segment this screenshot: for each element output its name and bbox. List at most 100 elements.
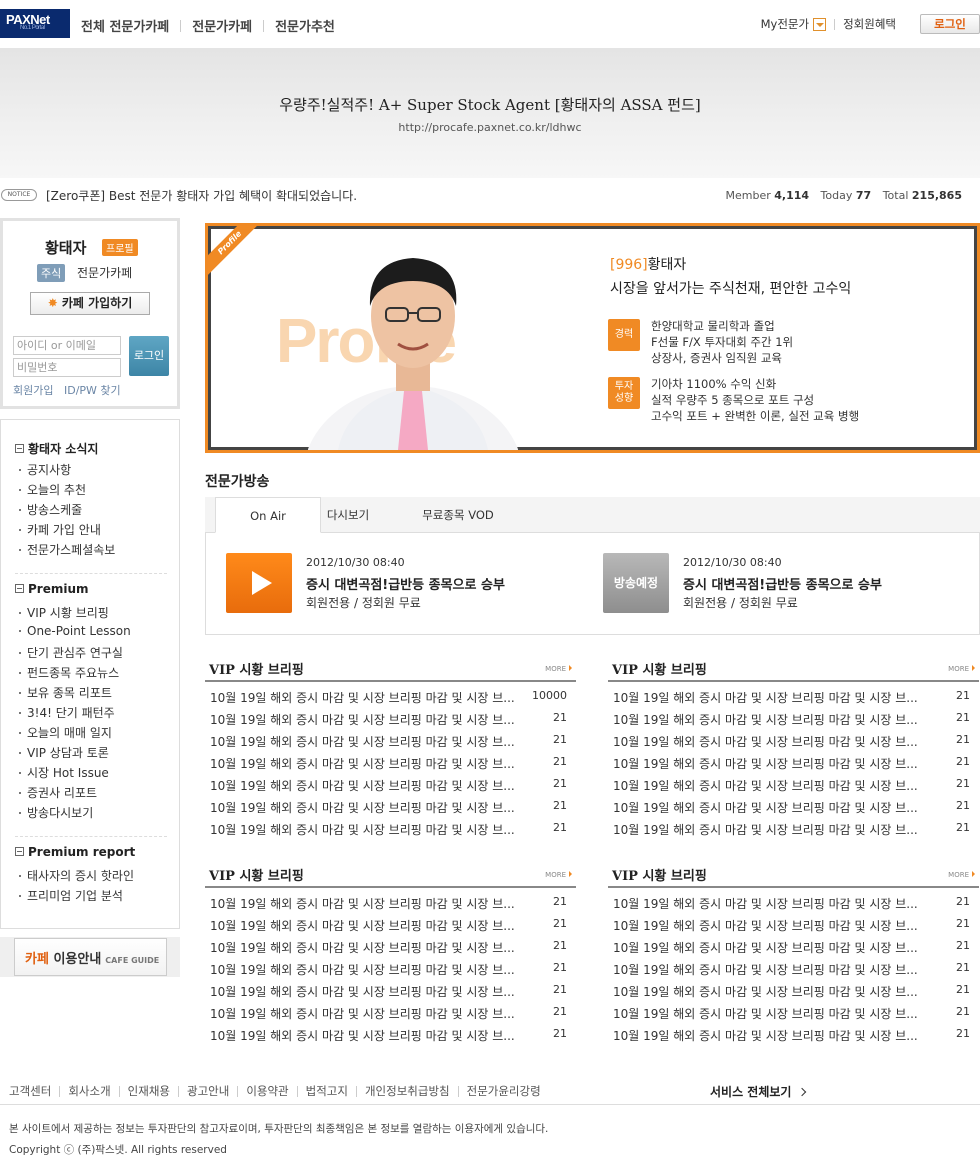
post-title[interactable]: 10월 19일 해외 증시 마감 및 시장 브리핑 마감 및 시장 브... — [613, 777, 938, 794]
list-item[interactable]: 10월 19일 해외 증시 마감 및 시장 브리핑 마감 및 시장 브... 21 — [210, 821, 571, 839]
post-title[interactable]: 10월 19일 해외 증시 마감 및 시장 브리핑 마감 및 시장 브... — [613, 755, 938, 772]
signup-link[interactable]: 회원가입 — [13, 382, 53, 398]
post-title[interactable]: 10월 19일 해외 증시 마감 및 시장 브리핑 마감 및 시장 브... — [210, 939, 535, 956]
sidebar-item-hotline[interactable]: 태사자의 증시 핫라인 — [19, 867, 134, 884]
login-button[interactable]: 로그인 — [920, 14, 980, 34]
list-item[interactable]: 10월 19일 해외 증시 마감 및 시장 브리핑 마감 및 시장 브... 21 — [613, 799, 974, 817]
list-item[interactable]: 10월 19일 해외 증시 마감 및 시장 브리핑 마감 및 시장 브... 21 — [210, 917, 571, 935]
footer-link[interactable]: 인재채용 — [128, 1083, 170, 1099]
sidebar-item-holding-report[interactable]: 보유 종목 리포트 — [19, 684, 112, 701]
cafe-guide-button[interactable]: 카페 이용안내 CAFE GUIDE — [14, 938, 167, 976]
post-title[interactable]: 10월 19일 해외 증시 마감 및 시장 브리핑 마감 및 시장 브... — [613, 895, 938, 912]
list-item[interactable]: 10월 19일 해외 증시 마감 및 시장 브리핑 마감 및 시장 브... 21 — [210, 1027, 571, 1045]
sidebar-item-vip-briefing[interactable]: VIP 시황 브리핑 — [19, 604, 109, 621]
post-title[interactable]: 10월 19일 해외 증시 마감 및 시장 브리핑 마감 및 시장 브... — [210, 821, 535, 838]
list-item[interactable]: 10월 19일 해외 증시 마감 및 시장 브리핑 마감 및 시장 브... 21 — [210, 1005, 571, 1023]
post-title[interactable]: 10월 19일 해외 증시 마감 및 시장 브리핑 마감 및 시장 브... — [210, 755, 535, 772]
post-title[interactable]: 10월 19일 해외 증시 마감 및 시장 브리핑 마감 및 시장 브... — [210, 1005, 535, 1022]
post-title[interactable]: 10월 19일 해외 증시 마감 및 시장 브리핑 마감 및 시장 브... — [613, 689, 938, 706]
list-item[interactable]: 10월 19일 해외 증시 마감 및 시장 브리핑 마감 및 시장 브... 21 — [613, 917, 974, 935]
list-item[interactable]: 10월 19일 해외 증시 마감 및 시장 브리핑 마감 및 시장 브... 21 — [210, 961, 571, 979]
footer-link[interactable]: 고객센터 — [9, 1083, 51, 1099]
vip-board-title[interactable]: VIP 시황 브리핑 — [209, 659, 304, 678]
sidebar-item-company-analysis[interactable]: 프리미엄 기업 분석 — [19, 887, 123, 904]
post-title[interactable]: 10월 19일 해외 증시 마감 및 시장 브리핑 마감 및 시장 브... — [613, 799, 938, 816]
list-item[interactable]: 10월 19일 해외 증시 마감 및 시장 브리핑 마감 및 시장 브... 21 — [210, 799, 571, 817]
sidebar-item-hot-issue[interactable]: 시장 Hot Issue — [19, 764, 109, 781]
footer-link[interactable]: 개인정보취급방침 — [365, 1083, 450, 1099]
list-item[interactable]: 10월 19일 해외 증시 마감 및 시장 브리핑 마감 및 시장 브... 21 — [613, 755, 974, 773]
sidebar-item-special-news[interactable]: 전문가스페셜속보 — [19, 541, 115, 558]
more-link[interactable]: MORE — [545, 665, 572, 673]
post-title[interactable]: 10월 19일 해외 증시 마감 및 시장 브리핑 마감 및 시장 브... — [210, 733, 535, 750]
notice-text[interactable]: [Zero쿠폰] Best 전문가 황태자 가입 혜택이 확대되었습니다. — [46, 187, 357, 204]
list-item[interactable]: 10월 19일 해외 증시 마감 및 시장 브리핑 마감 및 시장 브... 10… — [210, 689, 571, 707]
more-link[interactable]: MORE — [948, 665, 975, 673]
sidebar-item-todays-pick[interactable]: 오늘의 추천 — [19, 481, 86, 498]
post-title[interactable]: 10월 19일 해외 증시 마감 및 시장 브리핑 마감 및 시장 브... — [210, 777, 535, 794]
list-item[interactable]: 10월 19일 해외 증시 마감 및 시장 브리핑 마감 및 시장 브... 21 — [613, 777, 974, 795]
paxnet-logo[interactable]: PAXNet No.1 Portal — [0, 9, 70, 38]
sidebar-item-trade-diary[interactable]: 오늘의 매매 일지 — [19, 724, 112, 741]
vip-board-title[interactable]: VIP 시황 브리핑 — [612, 659, 707, 678]
member-benefit-link[interactable]: 정회원혜택 — [843, 16, 896, 32]
list-item[interactable]: 10월 19일 해외 증시 마감 및 시장 브리핑 마감 및 시장 브... 21 — [613, 939, 974, 957]
all-services-link[interactable]: 서비스 전체보기 — [710, 1083, 805, 1100]
sidebar-item-vip-discussion[interactable]: VIP 상담과 토론 — [19, 744, 109, 761]
sidebar-item-replay[interactable]: 방송다시보기 — [19, 804, 93, 821]
footer-link[interactable]: 광고안내 — [187, 1083, 229, 1099]
footer-link[interactable]: 이용약관 — [246, 1083, 288, 1099]
id-input[interactable]: 아이디 or 이메일 — [13, 336, 121, 355]
post-title[interactable]: 10월 19일 해외 증시 마감 및 시장 브리핑 마감 및 시장 브... — [613, 961, 938, 978]
list-item[interactable]: 10월 19일 해외 증시 마감 및 시장 브리핑 마감 및 시장 브... 21 — [613, 689, 974, 707]
banner-url[interactable]: http://procafe.paxnet.co.kr/ldhwc — [0, 121, 980, 134]
post-title[interactable]: 10월 19일 해외 증시 마감 및 시장 브리핑 마감 및 시장 브... — [613, 917, 938, 934]
list-item[interactable]: 10월 19일 해외 증시 마감 및 시장 브리핑 마감 및 시장 브... 21 — [210, 983, 571, 1001]
post-title[interactable]: 10월 19일 해외 증시 마감 및 시장 브리핑 마감 및 시장 브... — [210, 917, 535, 934]
sidebar-item-pattern[interactable]: 3!4! 단기 패턴주 — [19, 704, 115, 721]
footer-link[interactable]: 법적고지 — [306, 1083, 348, 1099]
sidebar-item-join-guide[interactable]: 카페 가입 안내 — [19, 521, 101, 538]
vip-board-title[interactable]: VIP 시황 브리핑 — [209, 865, 304, 884]
list-item[interactable]: 10월 19일 해외 증시 마감 및 시장 브리핑 마감 및 시장 브... 21 — [613, 821, 974, 839]
footer-link[interactable]: 전문가윤리강령 — [467, 1083, 541, 1099]
password-input[interactable]: 비밀번호 — [13, 358, 121, 377]
list-item[interactable]: 10월 19일 해외 증시 마감 및 시장 브리핑 마감 및 시장 브... 21 — [613, 1027, 974, 1045]
list-item[interactable]: 10월 19일 해외 증시 마감 및 시장 브리핑 마감 및 시장 브... 21 — [613, 711, 974, 729]
sidebar-item-fund-news[interactable]: 펀드종목 주요뉴스 — [19, 664, 119, 681]
list-item[interactable]: 10월 19일 해외 증시 마감 및 시장 브리핑 마감 및 시장 브... 21 — [613, 961, 974, 979]
sidebar-item-short-term[interactable]: 단기 관심주 연구실 — [19, 644, 123, 661]
tab-free-vod[interactable]: 무료종목 VOD — [405, 497, 511, 533]
broadcast-title-link[interactable]: 증시 대변곡점!급반등 종목으로 승부 — [306, 574, 505, 593]
post-title[interactable]: 10월 19일 해외 증시 마감 및 시장 브리핑 마감 및 시장 브... — [613, 939, 938, 956]
sidebar-item-notice[interactable]: 공지사항 — [19, 461, 71, 478]
list-item[interactable]: 10월 19일 해외 증시 마감 및 시장 브리핑 마감 및 시장 브... 21 — [210, 939, 571, 957]
upcoming-badge[interactable]: 방송예정 — [603, 553, 669, 613]
post-title[interactable]: 10월 19일 해외 증시 마감 및 시장 브리핑 마감 및 시장 브... — [210, 711, 535, 728]
post-title[interactable]: 10월 19일 해외 증시 마감 및 시장 브리핑 마감 및 시장 브... — [613, 821, 938, 838]
list-item[interactable]: 10월 19일 해외 증시 마감 및 시장 브리핑 마감 및 시장 브... 21 — [613, 1005, 974, 1023]
post-title[interactable]: 10월 19일 해외 증시 마감 및 시장 브리핑 마감 및 시장 브... — [613, 1027, 938, 1044]
post-title[interactable]: 10월 19일 해외 증시 마감 및 시장 브리핑 마감 및 시장 브... — [613, 733, 938, 750]
nav-all-expert-cafe[interactable]: 전체 전문가카페 — [81, 16, 169, 35]
list-item[interactable]: 10월 19일 해외 증시 마감 및 시장 브리핑 마감 및 시장 브... 21 — [210, 733, 571, 751]
post-title[interactable]: 10월 19일 해외 증시 마감 및 시장 브리핑 마감 및 시장 브... — [613, 983, 938, 1000]
list-item[interactable]: 10월 19일 해외 증시 마감 및 시장 브리핑 마감 및 시장 브... 21 — [210, 895, 571, 913]
post-title[interactable]: 10월 19일 해외 증시 마감 및 시장 브리핑 마감 및 시장 브... — [613, 1005, 938, 1022]
footer-link[interactable]: 회사소개 — [68, 1083, 110, 1099]
more-link[interactable]: MORE — [948, 871, 975, 879]
list-item[interactable]: 10월 19일 해외 증시 마감 및 시장 브리핑 마감 및 시장 브... 21 — [613, 983, 974, 1001]
nav-expert-cafe[interactable]: 전문가카페 — [192, 16, 252, 35]
sidebar-item-one-point[interactable]: One-Point Lesson — [19, 624, 131, 638]
list-item[interactable]: 10월 19일 해외 증시 마감 및 시장 브리핑 마감 및 시장 브... 21 — [210, 777, 571, 795]
post-title[interactable]: 10월 19일 해외 증시 마감 및 시장 브리핑 마감 및 시장 브... — [210, 961, 535, 978]
sidebar-item-schedule[interactable]: 방송스케줄 — [19, 501, 82, 518]
tab-replay[interactable]: 다시보기 — [305, 497, 391, 533]
post-title[interactable]: 10월 19일 해외 증시 마감 및 시장 브리핑 마감 및 시장 브... — [210, 689, 535, 706]
post-title[interactable]: 10월 19일 해외 증시 마감 및 시장 브리핑 마감 및 시장 브... — [210, 983, 535, 1000]
sidebar-login-button[interactable]: 로그인 — [129, 336, 169, 376]
nav-expert-recommend[interactable]: 전문가추천 — [275, 16, 335, 35]
broadcast-title-link[interactable]: 증시 대변곡점!급반등 종목으로 승부 — [683, 574, 882, 593]
join-cafe-button[interactable]: ✸ 카페 가입하기 — [30, 292, 150, 315]
list-item[interactable]: 10월 19일 해외 증시 마감 및 시장 브리핑 마감 및 시장 브... 21 — [613, 895, 974, 913]
